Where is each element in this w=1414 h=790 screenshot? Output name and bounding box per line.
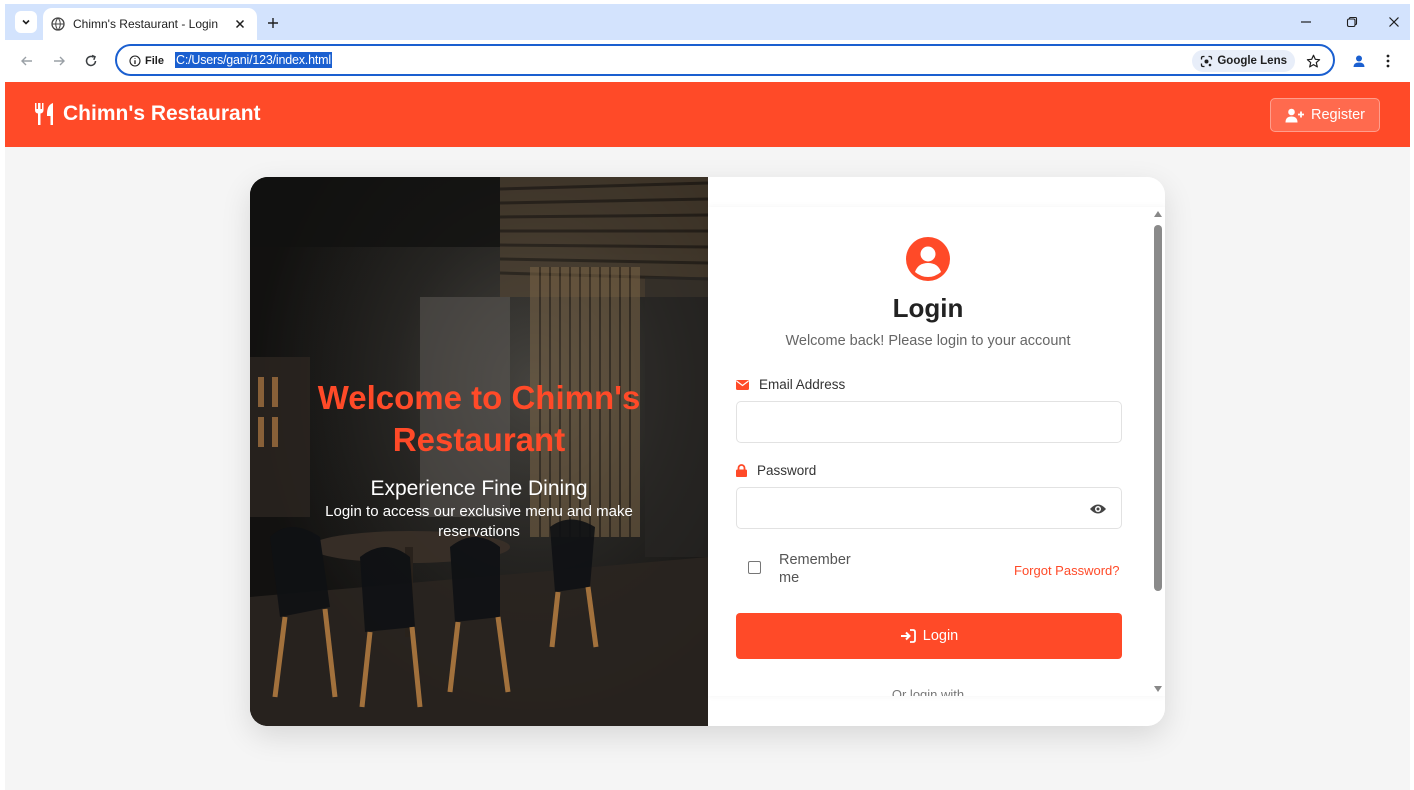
brand-logo[interactable]: Chimn's Restaurant: [33, 102, 261, 126]
form-pane: Login Welcome back! Please login to your…: [708, 177, 1165, 726]
hero-subtitle: Experience Fine Dining: [370, 477, 588, 500]
user-plus-icon: [1285, 108, 1304, 122]
brand-name: Chimn's Restaurant: [63, 102, 261, 125]
reload-button[interactable]: [81, 51, 101, 71]
alt-login-divider-text: Or login with: [891, 687, 965, 696]
minimize-button[interactable]: [1295, 12, 1317, 32]
browser-tab-active[interactable]: Chimn's Restaurant - Login: [43, 8, 257, 40]
password-input[interactable]: [736, 487, 1122, 529]
tab-search-button[interactable]: [15, 11, 37, 33]
close-window-button[interactable]: [1383, 12, 1405, 32]
lock-icon: [736, 464, 747, 477]
login-submit-button[interactable]: Login: [736, 613, 1122, 659]
plus-icon: [268, 18, 278, 28]
envelope-icon: [736, 379, 749, 390]
sign-in-icon: [900, 629, 916, 643]
remember-me-label[interactable]: Remember me: [779, 551, 869, 587]
login-title: Login: [892, 293, 964, 323]
restore-icon: [1346, 16, 1358, 28]
address-bar[interactable]: File C:/Users/gani/123/index.html Google…: [115, 44, 1335, 76]
site-info-button[interactable]: File: [123, 51, 170, 71]
scroll-down-arrow[interactable]: [1154, 686, 1162, 692]
hero-description: Login to access our exclusive menu and m…: [325, 503, 633, 540]
login-form-scroll-area[interactable]: Login Welcome back! Please login to your…: [708, 207, 1165, 696]
forward-button[interactable]: [49, 51, 69, 71]
profile-button[interactable]: [1348, 50, 1370, 72]
email-label-text: Email Address: [759, 377, 846, 392]
password-label-text: Password: [757, 463, 817, 478]
site-header: Chimn's Restaurant Register: [5, 82, 1410, 147]
form-scrollbar[interactable]: [1150, 207, 1165, 696]
bookmark-button[interactable]: [1303, 51, 1323, 71]
hero-title: Welcome to Chimn's Restaurant: [317, 379, 641, 458]
site-info-label: File: [145, 55, 164, 67]
remember-me: Remember me: [748, 551, 869, 587]
restore-button[interactable]: [1341, 12, 1363, 32]
hero-panel: Welcome to Chimn's Restaurant Experience…: [250, 177, 708, 726]
browser-tabstrip: Chimn's Restaurant - Login: [5, 4, 1410, 40]
reload-icon: [85, 54, 97, 67]
login-subtitle: Welcome back! Please login to your accou…: [785, 333, 1071, 349]
chevron-down-icon: [22, 19, 30, 25]
browser-menu-button[interactable]: [1378, 50, 1398, 72]
tab-title: Chimn's Restaurant - Login: [73, 17, 219, 31]
remember-me-checkbox[interactable]: [748, 561, 761, 574]
new-tab-button[interactable]: [263, 13, 283, 33]
login-submit-label: Login: [922, 628, 959, 644]
page-viewport: Chimn's Restaurant Register Welcome to C…: [5, 82, 1410, 790]
star-icon: [1306, 54, 1320, 67]
lens-icon: [1201, 55, 1213, 67]
minimize-icon: [1301, 21, 1311, 23]
user-circle-icon: [906, 237, 950, 281]
password-label: Password: [736, 463, 816, 478]
login-card: Welcome to Chimn's Restaurant Experience…: [250, 177, 1165, 726]
close-icon: [235, 19, 245, 29]
email-input[interactable]: [736, 401, 1122, 443]
eye-icon: [1090, 504, 1106, 514]
globe-icon: [51, 17, 65, 31]
scrollbar-thumb[interactable]: [1154, 225, 1162, 591]
google-lens-label: Google Lens: [1217, 55, 1287, 67]
tab-close-button[interactable]: [231, 15, 249, 33]
arrow-right-icon: [54, 56, 65, 66]
google-lens-button[interactable]: Google Lens: [1192, 50, 1295, 72]
info-icon: [129, 55, 141, 67]
scroll-up-arrow[interactable]: [1154, 211, 1162, 217]
toggle-password-button[interactable]: [1088, 499, 1108, 519]
utensils-icon: [35, 103, 53, 125]
close-icon: [1389, 17, 1399, 27]
arrow-left-icon: [21, 56, 32, 66]
forgot-password-link[interactable]: Forgot Password?: [1014, 563, 1120, 578]
email-label: Email Address: [736, 377, 845, 392]
person-icon: [1353, 55, 1365, 67]
browser-toolbar: File C:/Users/gani/123/index.html Google…: [5, 40, 1410, 82]
kebab-menu-icon: [1386, 54, 1390, 68]
register-button[interactable]: Register: [1270, 98, 1380, 132]
url-text[interactable]: C:/Users/gani/123/index.html: [175, 52, 332, 68]
back-button[interactable]: [17, 51, 37, 71]
register-label: Register: [1311, 107, 1365, 123]
